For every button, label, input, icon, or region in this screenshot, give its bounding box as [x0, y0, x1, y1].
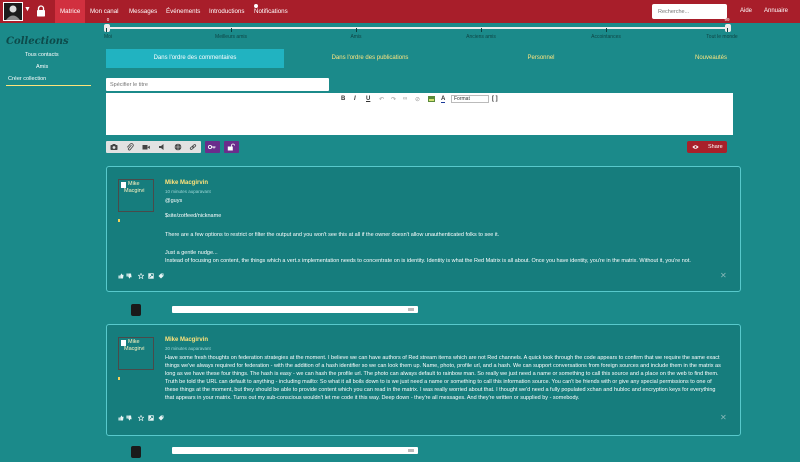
comment-resize-handle[interactable]	[408, 449, 414, 452]
online-status-dot	[118, 219, 120, 222]
tab-nouveautes[interactable]: Nouveautés	[626, 49, 796, 68]
post-body-line: Instead of focusing on content, the thin…	[165, 258, 691, 264]
image-insert-icon[interactable]	[428, 96, 435, 102]
affinity-label-meilleurs-amis: Meilleurs amis	[215, 34, 247, 40]
tab-personnel[interactable]: Personnel	[456, 49, 626, 68]
post-body-line: that appears in your matrix. Turns out m…	[165, 395, 580, 401]
affinity-label-tout-le-monde: Tout le monde	[706, 34, 738, 40]
tab-post-order[interactable]: Dans l'ordre des publications	[284, 49, 456, 68]
collections-title: Collections	[6, 36, 69, 47]
post-body-line: $site/zotfeed/nickname	[165, 213, 222, 219]
affinity-slider-min-handle[interactable]	[104, 24, 110, 32]
camera-icon[interactable]	[110, 143, 118, 151]
affinity-label-accointances: Accointances	[591, 34, 621, 40]
star-icon[interactable]	[138, 273, 144, 279]
nav-messages[interactable]: Messages	[124, 0, 162, 23]
post-author-name[interactable]: Mike Macgirvin	[165, 180, 208, 186]
nav-introductions[interactable]: Introductions	[204, 0, 249, 23]
key-icon	[208, 144, 216, 150]
affinity-max-value: 99	[724, 17, 730, 22]
share-icon[interactable]	[148, 273, 154, 279]
share-icon[interactable]	[148, 415, 154, 421]
underline-icon[interactable]: U	[366, 96, 370, 102]
close-icon[interactable]: ✕	[720, 413, 727, 422]
chevron-down-icon[interactable]: ▼	[24, 6, 31, 13]
attach-icon[interactable]	[126, 143, 134, 151]
avatar-alt-text: Macgirvi	[124, 346, 145, 352]
unlink-icon[interactable]: ⊘	[415, 96, 420, 103]
undo-icon[interactable]: ↶	[379, 96, 384, 103]
affinity-slider-max-handle[interactable]	[725, 24, 731, 32]
text-color-icon[interactable]: A	[441, 96, 446, 103]
globe-icon[interactable]	[174, 143, 182, 151]
avatar-alt-text: Mike	[128, 181, 140, 187]
affinity-tick	[727, 28, 728, 32]
lock-icon[interactable]	[36, 5, 46, 17]
title-input[interactable]	[106, 78, 329, 91]
sidebar-item-creer-collection[interactable]: Créer collection	[8, 76, 46, 82]
eye-icon	[692, 145, 699, 149]
tag-icon[interactable]	[158, 273, 164, 279]
star-icon[interactable]	[138, 415, 144, 421]
affinity-min-value: 0	[106, 17, 110, 22]
commenter-avatar	[131, 304, 141, 316]
redo-icon[interactable]: ↷	[391, 96, 396, 103]
comment-input[interactable]	[172, 306, 418, 313]
bold-icon[interactable]: B	[341, 96, 345, 102]
audio-icon[interactable]	[158, 143, 166, 151]
affinity-label-amis: Amis	[350, 34, 362, 40]
nav-evenements[interactable]: Événements	[161, 0, 205, 23]
post-timestamp: 30 minutes auparavant	[165, 346, 211, 351]
tag-icon[interactable]	[158, 415, 164, 421]
notification-badge	[254, 4, 258, 8]
user-avatar[interactable]	[3, 2, 23, 21]
affinity-slider-track[interactable]	[106, 27, 728, 29]
tab-comment-order[interactable]: Dans l'ordre des commentaires	[106, 49, 284, 68]
affinity-tick	[481, 28, 482, 32]
format-select[interactable]: Format	[451, 95, 489, 103]
comment-resize-handle[interactable]	[408, 308, 414, 311]
dislike-icon[interactable]	[126, 273, 132, 279]
link-insert-icon[interactable]: ∞	[403, 96, 407, 102]
like-icon[interactable]	[118, 273, 124, 279]
post-author-name[interactable]: Mike Macgirvin	[165, 337, 208, 343]
online-status-dot	[118, 377, 120, 380]
video-icon[interactable]	[142, 143, 150, 151]
dislike-icon[interactable]	[126, 415, 132, 421]
commenter-avatar	[131, 446, 141, 458]
comment-input[interactable]	[172, 447, 418, 454]
nav-annuaire[interactable]: Annuaire	[764, 0, 788, 23]
affinity-tick	[231, 28, 232, 32]
sidebar-item-amis[interactable]: Amis	[36, 64, 48, 70]
code-icon[interactable]: [ ]	[492, 96, 498, 102]
italic-icon[interactable]: I	[354, 96, 356, 102]
avatar-image	[4, 3, 22, 20]
nav-matrice[interactable]: Matrice	[55, 0, 86, 23]
affinity-tick	[356, 28, 357, 32]
post-timestamp: 10 minutes auparavant	[165, 189, 211, 194]
nav-aide[interactable]: Aide	[740, 0, 752, 23]
sidebar-divider	[6, 85, 91, 86]
search-input[interactable]	[652, 4, 727, 19]
avatar-alt-text: Mike	[128, 339, 140, 345]
unlock-icon	[227, 143, 235, 151]
affinity-tick	[606, 28, 607, 32]
affinity-label-anciens-amis: Anciens amis	[466, 34, 496, 40]
like-icon[interactable]	[118, 415, 124, 421]
post-body-line: There are a few options to restrict or f…	[165, 232, 500, 238]
format-select-value: Format	[454, 96, 470, 102]
nav-mon-canal[interactable]: Mon canal	[85, 0, 124, 23]
avatar-alt-text: Macgirvi	[124, 188, 145, 194]
link-icon[interactable]	[189, 143, 197, 151]
post-body-line: @guys	[165, 198, 183, 204]
close-icon[interactable]: ✕	[720, 271, 727, 280]
attachment-toolbar	[106, 141, 201, 153]
affinity-label-moi: Moi	[103, 34, 113, 40]
affinity-tick	[106, 28, 107, 32]
sidebar-item-tous-contacts[interactable]: Tous contacts	[25, 52, 59, 58]
